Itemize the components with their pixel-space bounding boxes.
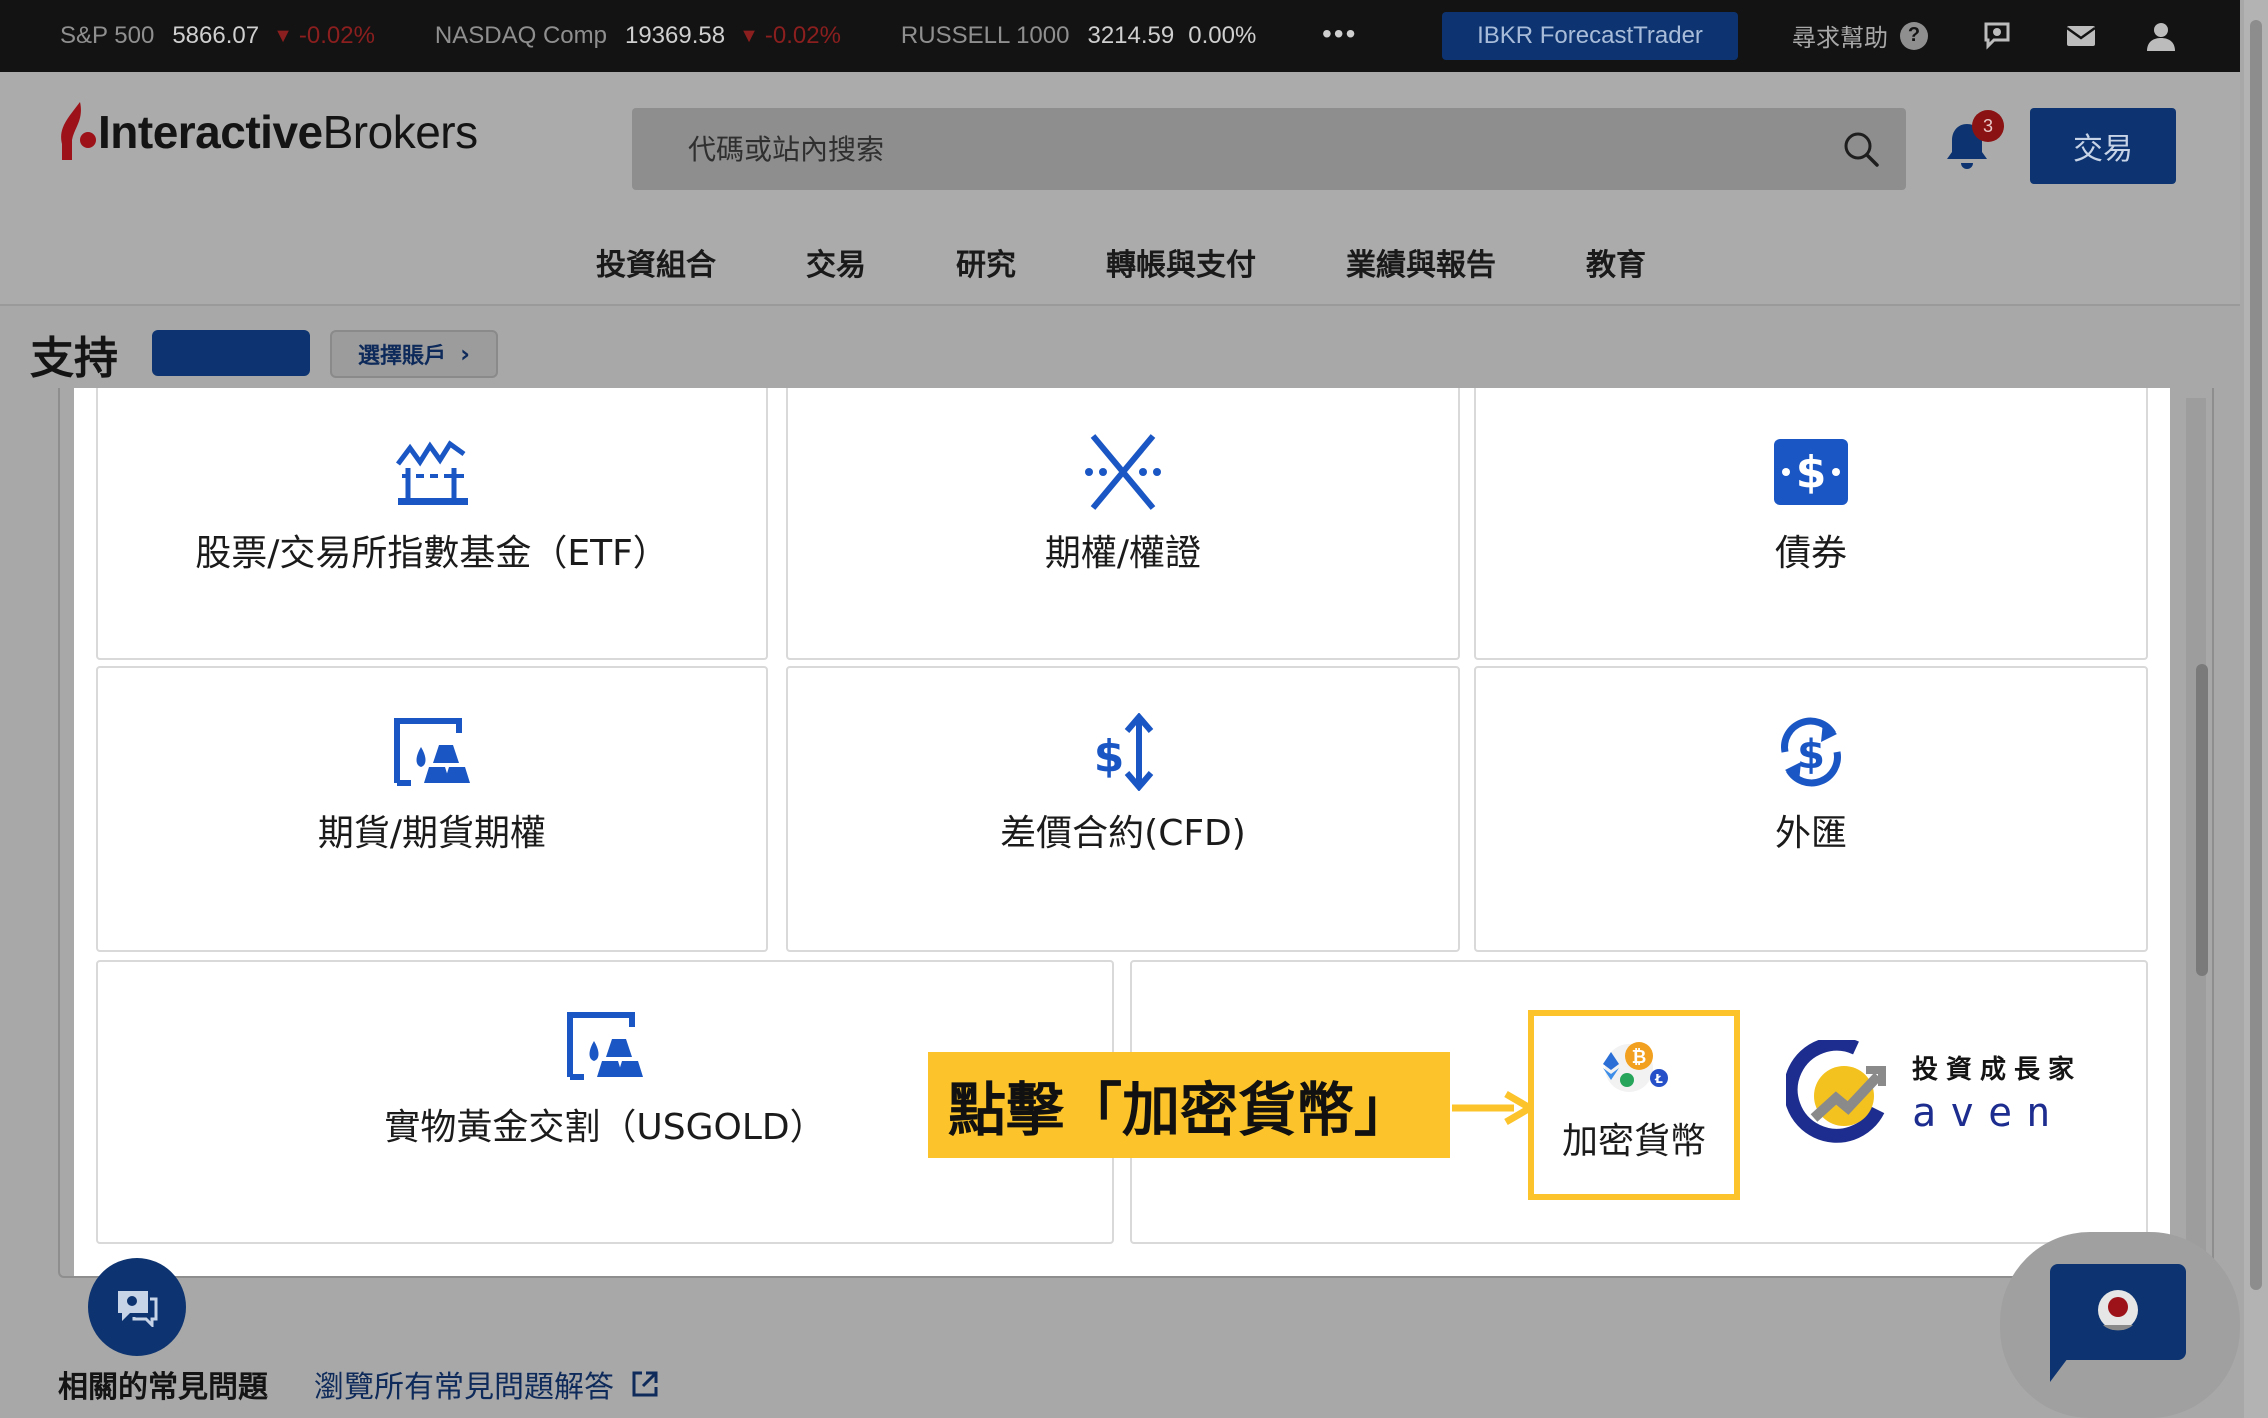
external-link-icon <box>632 1371 658 1397</box>
ticker-change: 0.00% <box>1188 22 1257 49</box>
card-label: 股票/交易所指數基金（ETF） <box>195 533 669 574</box>
card-label: 加密貨幣 <box>1561 1121 1706 1162</box>
arrow-right-icon <box>1452 1090 1534 1126</box>
card-options-warrants[interactable]: 期權/權證 <box>786 388 1460 660</box>
card-label: 實物黃金交割（USGOLD） <box>384 1107 826 1148</box>
card-label: 期貨/期貨期權 <box>317 813 547 854</box>
ticker-name: S&P 500 <box>60 22 155 49</box>
tutorial-callout: 點擊「加密貨幣」 <box>928 1052 1450 1158</box>
nav-item-education[interactable]: 教育 <box>1586 240 1646 284</box>
futures-icon <box>393 712 471 792</box>
ib-flame-icon <box>61 102 96 160</box>
related-faq-title: 相關的常見問題 <box>58 1370 268 1405</box>
help-question-icon: ? <box>1900 21 1928 50</box>
chat-assistant-button[interactable] <box>88 1258 186 1356</box>
notification-count-badge: 3 <box>1972 110 2004 142</box>
bonds-icon: $ <box>1772 432 1850 512</box>
gold-icon <box>566 1006 644 1086</box>
more-menu-button[interactable]: ••• <box>1322 18 1357 50</box>
ticker-name: NASDAQ Comp <box>434 22 607 49</box>
aven-brand-cn: 投資成長家 <box>1912 1054 2083 1085</box>
help-label: 尋求幫助 <box>1792 25 1888 52</box>
chat-fab-tail <box>2050 1350 2074 1382</box>
ticker-change: -0.02% <box>298 22 375 49</box>
forecast-trader-button[interactable]: IBKR ForecastTrader <box>1442 12 1738 60</box>
mail-icon[interactable] <box>2064 20 2098 52</box>
nav-item-transfer-pay[interactable]: 轉帳與支付 <box>1106 240 1256 284</box>
search-icon[interactable] <box>1842 130 1880 168</box>
market-ticker-bar: S&P 500 5866.07 ▼ -0.02% NASDAQ Comp 193… <box>0 0 2240 72</box>
nav-item-portfolio[interactable]: 投資組合 <box>596 240 716 284</box>
ticker-item-russell[interactable]: RUSSELL 1000 3214.59 0.00% <box>901 22 1256 50</box>
ticker-name: RUSSELL 1000 <box>900 22 1070 49</box>
crypto-icon: ₿ Ł <box>1593 1034 1675 1102</box>
card-cryptocurrency[interactable]: ₿ Ł 加密貨幣 <box>1528 1010 1740 1200</box>
down-arrow-icon: ▼ <box>739 24 759 47</box>
help-button[interactable]: 尋求幫助 ? <box>1792 18 1928 53</box>
card-futures[interactable]: 期貨/期貨期權 <box>96 666 768 952</box>
svg-text:₿: ₿ <box>1632 1047 1647 1068</box>
ticker-value: 3214.59 <box>1087 22 1175 49</box>
page-title: 支持 <box>30 333 118 384</box>
live-chat-button[interactable] <box>2050 1264 2186 1360</box>
ticker-value: 5866.07 <box>172 22 260 49</box>
ticker-value: 19369.58 <box>624 22 726 49</box>
aven-watermark-logo: 投資成長家 aven <box>1786 1040 2082 1144</box>
ib-chat-icon <box>2098 1290 2138 1331</box>
window-scrollbar-thumb[interactable] <box>2250 20 2262 1290</box>
down-arrow-icon: ▼ <box>273 24 293 47</box>
card-label: 期權/權證 <box>1044 533 1202 574</box>
panel-scrollbar-thumb[interactable] <box>2196 664 2208 976</box>
chevron-right-icon: › <box>460 340 470 368</box>
svg-text:$: $ <box>1796 447 1827 498</box>
aven-brand-en: aven <box>1912 1089 2065 1136</box>
select-account-label: 選擇賬戶 <box>358 344 447 369</box>
chat-support-icon[interactable] <box>1982 20 2016 52</box>
nav-item-performance-reports[interactable]: 業績與報告 <box>1346 240 1496 284</box>
interactive-brokers-logo[interactable]: InteractiveBrokers <box>58 100 478 164</box>
nav-item-trade[interactable]: 交易 <box>806 240 866 284</box>
options-icon <box>1083 432 1163 512</box>
card-cfd[interactable]: $ 差價合約(CFD) <box>786 666 1460 952</box>
chat-bubble-icon <box>118 1291 158 1327</box>
card-bonds[interactable]: $ 債券 <box>1474 388 2148 660</box>
nav-item-research[interactable]: 研究 <box>956 240 1016 284</box>
card-label: 債券 <box>1774 533 1847 574</box>
ticker-item-sp500[interactable]: S&P 500 5866.07 ▼ -0.02% <box>60 22 375 50</box>
svg-text:Ł: Ł <box>1654 1072 1663 1086</box>
svg-text:$: $ <box>1094 731 1125 782</box>
user-account-icon[interactable] <box>2144 20 2178 52</box>
ticker-change: -0.02% <box>764 22 841 49</box>
account-id-pill[interactable] <box>152 330 310 376</box>
card-forex[interactable]: $ 外匯 <box>1474 666 2148 952</box>
faq-link-label: 瀏覽所有常見問題解答 <box>314 1370 614 1405</box>
cfd-icon: $ <box>1091 712 1155 792</box>
svg-text:$: $ <box>1797 732 1825 778</box>
stocks-etf-icon <box>394 432 470 512</box>
main-navigation: 投資組合 交易 研究 轉帳與支付 業績與報告 教育 <box>0 240 2240 286</box>
forex-icon: $ <box>1771 712 1851 792</box>
aven-logo-icon <box>1786 1040 1886 1143</box>
card-label: 外匯 <box>1774 813 1847 854</box>
trade-button[interactable]: 交易 <box>2030 108 2176 184</box>
ticker-item-nasdaq[interactable]: NASDAQ Comp 19369.58 ▼ -0.02% <box>435 22 841 50</box>
search-bar <box>632 108 1906 190</box>
search-input[interactable] <box>632 108 1906 190</box>
logo-wordmark: InteractiveBrokers <box>98 106 478 158</box>
select-account-button[interactable]: 選擇賬戶 › <box>330 330 498 378</box>
browse-all-faq-link[interactable]: 瀏覽所有常見問題解答 <box>314 1362 660 1406</box>
card-label: 差價合約(CFD) <box>1000 813 1246 854</box>
card-stocks-etf[interactable]: 股票/交易所指數基金（ETF） <box>96 388 768 660</box>
